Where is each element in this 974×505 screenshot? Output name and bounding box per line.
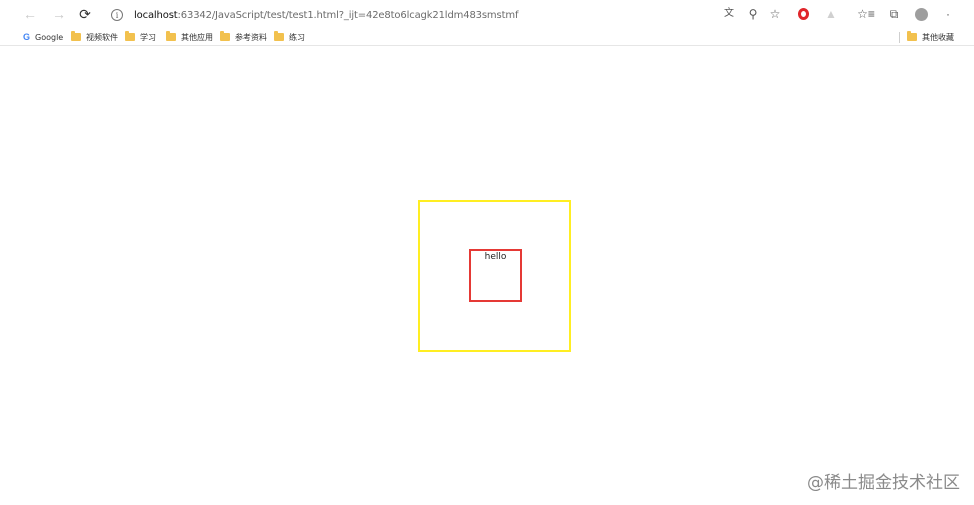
bookmark-folder-study[interactable]: 学习 xyxy=(125,30,156,44)
extension-icon[interactable]: ▲ xyxy=(823,6,839,22)
folder-icon xyxy=(166,31,176,41)
bookmark-folder-practice[interactable]: 练习 xyxy=(274,30,305,44)
info-icon[interactable]: i xyxy=(111,9,123,21)
reload-button[interactable]: ⟳ xyxy=(76,5,94,23)
zoom-icon[interactable]: ⚲ xyxy=(745,6,761,22)
bookmark-folder-video-software[interactable]: 视频软件 xyxy=(71,30,118,44)
bookmark-folder-references[interactable]: 参考资料 xyxy=(220,30,267,44)
bookmark-label: 参考资料 xyxy=(235,32,267,42)
bookmark-folder-other-apps[interactable]: 其他应用 xyxy=(166,30,213,44)
folder-icon xyxy=(125,31,135,41)
bookmarks-bar: G Google 视频软件 学习 其他应用 参考资料 练习 其他收藏 xyxy=(0,28,974,46)
collections-icon[interactable]: ⧉ xyxy=(886,6,902,22)
folder-icon xyxy=(274,31,284,41)
url-host: localhost xyxy=(134,9,178,21)
back-button[interactable]: ← xyxy=(21,5,39,23)
arrow-left-icon: ← xyxy=(23,6,37,22)
profile-icon[interactable] xyxy=(913,6,929,22)
bookmark-label: 视频软件 xyxy=(86,32,118,42)
inner-box: hello xyxy=(469,249,522,302)
browser-toolbar: ← → ⟳ i localhost:63342/JavaScript/test/… xyxy=(0,0,974,28)
arrow-right-icon: → xyxy=(52,6,66,22)
bookmark-label: 其他应用 xyxy=(181,32,213,42)
watermark: @稀土掘金技术社区 xyxy=(807,473,960,493)
folder-icon xyxy=(71,31,81,41)
reload-icon: ⟳ xyxy=(79,6,91,22)
bookmark-label: 其他收藏 xyxy=(922,32,954,42)
forward-button[interactable]: → xyxy=(50,5,68,23)
bookmark-label: Google xyxy=(35,32,64,42)
url-text: localhost:63342/JavaScript/test/test1.ht… xyxy=(134,10,518,21)
bookmark-label: 练习 xyxy=(289,32,305,42)
inner-box-text: hello xyxy=(484,252,507,262)
favorites-list-icon[interactable]: ☆≡ xyxy=(857,6,875,22)
translate-icon[interactable]: 文 xyxy=(721,6,737,22)
more-icon[interactable]: · xyxy=(940,6,956,22)
folder-icon xyxy=(220,31,230,41)
bookmark-google[interactable]: G Google xyxy=(23,30,63,44)
bookmark-folder-other-favorites[interactable]: 其他收藏 xyxy=(907,30,954,44)
address-bar[interactable]: i localhost:63342/JavaScript/test/test1.… xyxy=(102,4,792,26)
google-icon: G xyxy=(23,32,31,42)
outer-box: hello xyxy=(418,200,571,352)
bookmark-label: 学习 xyxy=(140,32,156,42)
folder-icon xyxy=(907,31,917,41)
url-path: :63342/JavaScript/test/test1.html?_ijt=4… xyxy=(177,9,519,21)
opera-icon[interactable] xyxy=(795,6,811,22)
bookmarks-divider xyxy=(899,32,900,43)
star-icon[interactable]: ☆ xyxy=(767,6,783,22)
